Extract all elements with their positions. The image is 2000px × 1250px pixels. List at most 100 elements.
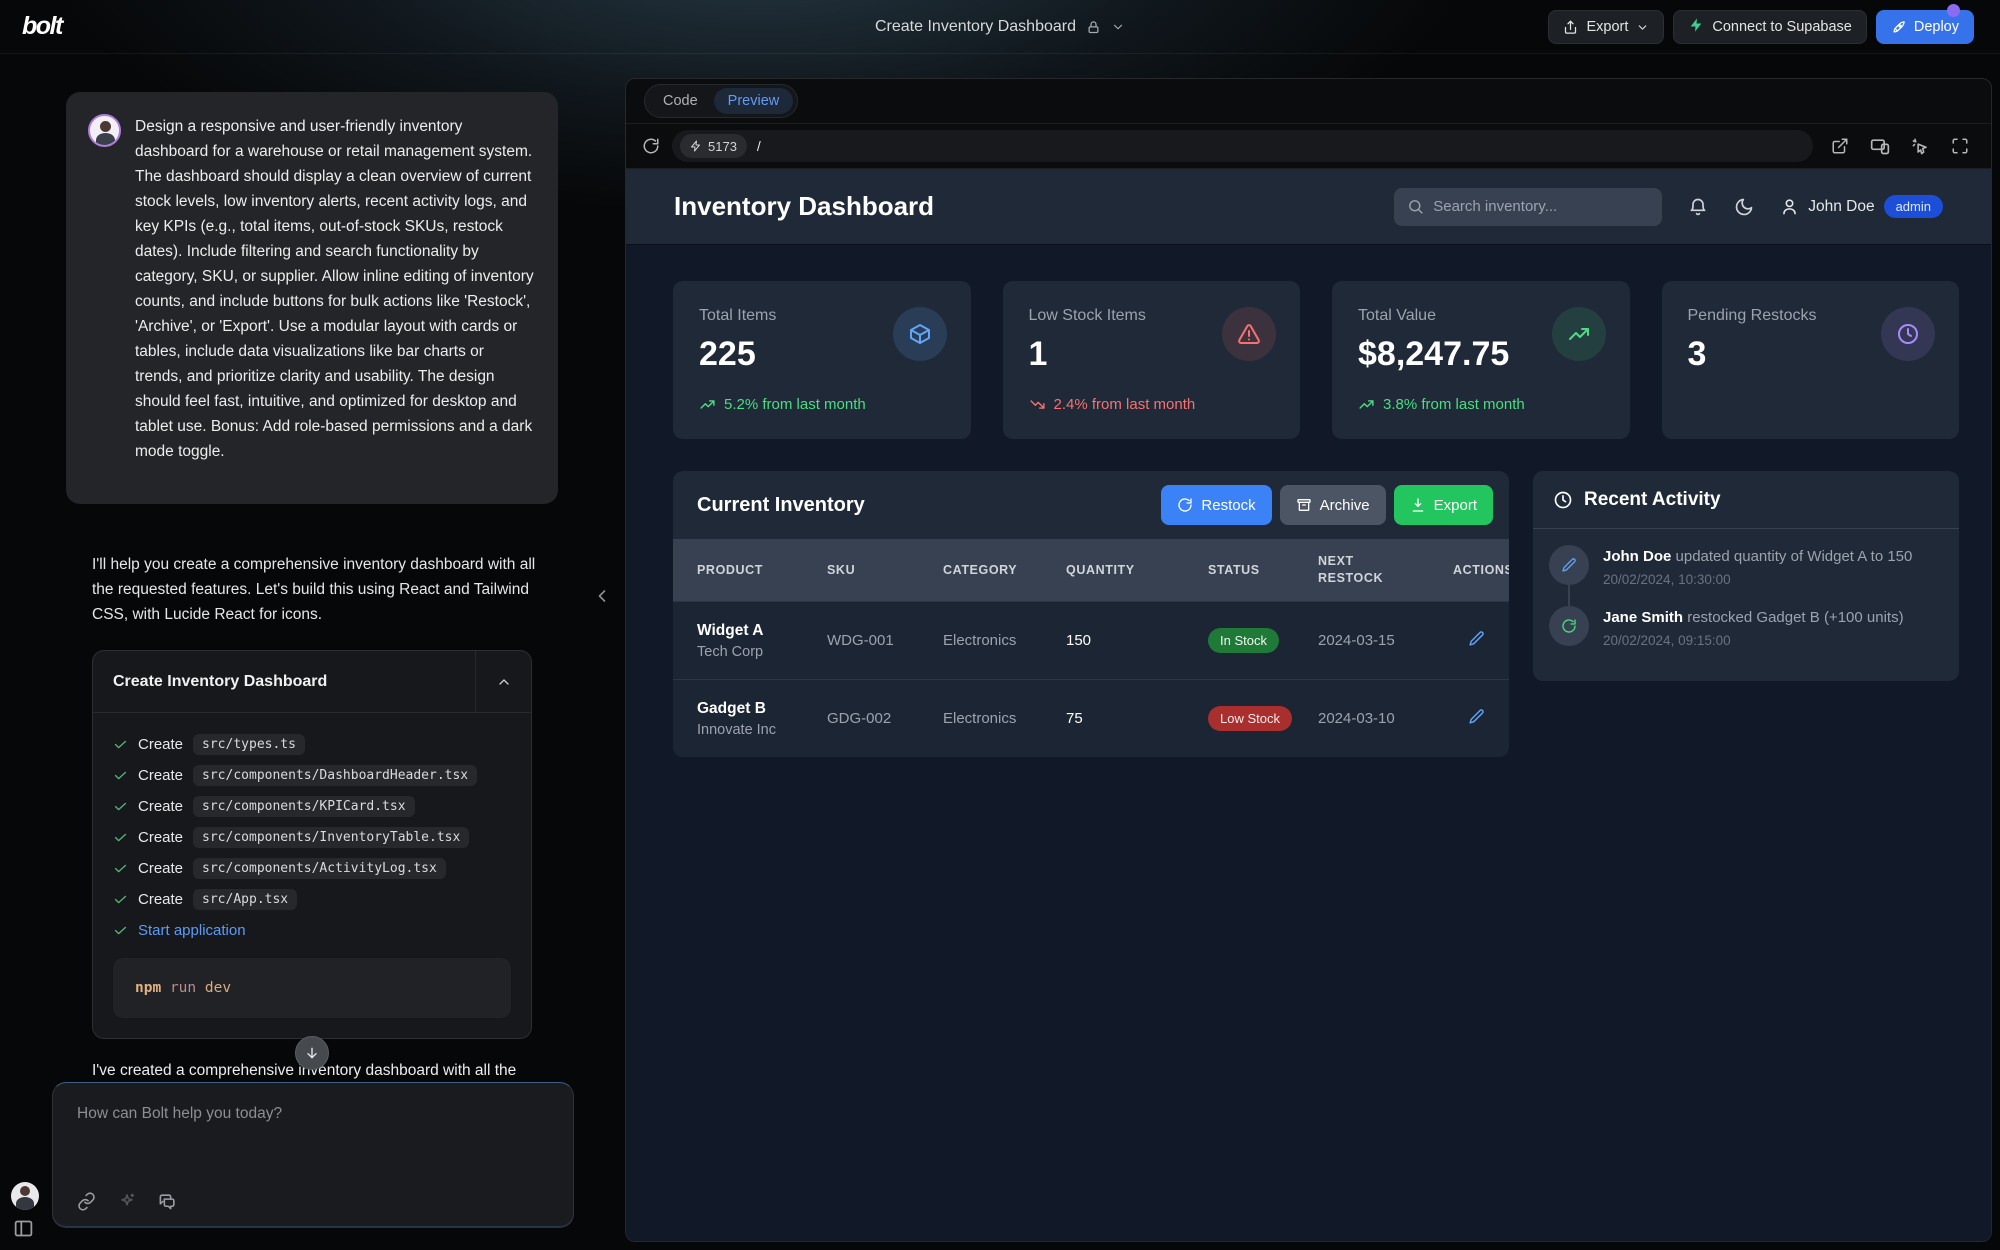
search-input[interactable] xyxy=(1433,198,1649,215)
project-menu-chevron-icon[interactable] xyxy=(1111,20,1125,34)
kpi-pending-restocks: Pending Restocks 3 xyxy=(1662,281,1960,439)
dark-mode-toggle-moon-icon[interactable] xyxy=(1734,197,1754,217)
file-chip[interactable]: src/App.tsx xyxy=(193,889,297,910)
chat-input[interactable] xyxy=(77,1105,549,1165)
clock-icon xyxy=(1553,490,1573,510)
table-row: Widget A Tech Corp WDG-001 Electronics 1… xyxy=(673,601,1509,679)
work-card-title: Create Inventory Dashboard xyxy=(93,651,475,712)
check-icon xyxy=(113,830,128,845)
open-external-icon[interactable] xyxy=(1831,137,1849,155)
trending-down-icon xyxy=(1029,396,1046,413)
edit-pencil-icon[interactable] xyxy=(1468,630,1485,647)
file-row: Create src/components/ActivityLog.tsx xyxy=(113,853,511,884)
view-tabs-row: Code Preview xyxy=(626,79,1991,123)
check-icon xyxy=(113,892,128,907)
sidebar-toggle-icon[interactable] xyxy=(13,1218,34,1239)
user-prompt-text: Design a responsive and user-friendly in… xyxy=(135,114,534,482)
responsive-devices-icon[interactable] xyxy=(1870,136,1890,156)
tab-code[interactable]: Code xyxy=(649,88,712,114)
tab-preview[interactable]: Preview xyxy=(714,88,794,114)
file-chip[interactable]: src/components/KPICard.tsx xyxy=(193,796,415,817)
user-name: John Doe xyxy=(1808,198,1874,216)
file-row: Create src/components/InventoryTable.tsx xyxy=(113,822,511,853)
current-inventory-card: Current Inventory Restock Archive Export xyxy=(673,471,1509,757)
inventory-search[interactable] xyxy=(1394,188,1662,226)
role-badge: admin xyxy=(1884,195,1943,218)
inspect-cursor-icon[interactable] xyxy=(1911,137,1930,156)
file-row: Create src/types.ts xyxy=(113,729,511,760)
app-header: Inventory Dashboard John Doe admin xyxy=(626,169,1991,244)
app-preview: Inventory Dashboard John Doe admin Total… xyxy=(626,169,1991,1241)
user-icon xyxy=(1780,197,1799,216)
deploy-button[interactable]: Deploy xyxy=(1876,10,1974,44)
activity-item: Jane Smith restocked Gadget B (+100 unit… xyxy=(1549,606,1939,648)
supabase-icon xyxy=(1688,17,1704,37)
file-row: Create src/components/DashboardHeader.ts… xyxy=(113,760,511,791)
scroll-to-bottom-button[interactable] xyxy=(295,1036,329,1070)
preview-url-bar: 5173 / xyxy=(626,123,1991,169)
check-icon xyxy=(113,923,128,938)
kpi-low-stock: Low Stock Items 1 2.4% from last month xyxy=(1003,281,1301,439)
fullscreen-icon[interactable] xyxy=(1951,137,1969,155)
file-chip[interactable]: src/components/ActivityLog.tsx xyxy=(193,858,446,879)
user-menu[interactable]: John Doe admin xyxy=(1780,195,1943,218)
refresh-icon xyxy=(1549,606,1589,646)
port-pill[interactable]: 5173 xyxy=(680,134,747,158)
url-field[interactable]: 5173 / xyxy=(672,130,1813,162)
port-zap-icon xyxy=(690,140,702,152)
rocket-icon xyxy=(1891,20,1906,35)
url-path: / xyxy=(757,138,761,154)
assistant-outro-text: I've created a comprehensive inventory d… xyxy=(92,1062,562,1080)
file-row: Create src/App.tsx xyxy=(113,884,511,915)
connect-supabase-button[interactable]: Connect to Supabase xyxy=(1673,10,1866,44)
download-icon xyxy=(1410,497,1426,513)
alert-triangle-icon xyxy=(1222,307,1276,361)
table-row: Gadget B Innovate Inc GDG-002 Electronic… xyxy=(673,679,1509,757)
trending-up-icon xyxy=(1358,396,1375,413)
file-chip[interactable]: src/components/InventoryTable.tsx xyxy=(193,827,469,848)
discuss-mode-icon[interactable] xyxy=(158,1192,177,1211)
archive-button[interactable]: Archive xyxy=(1280,485,1386,525)
restock-button[interactable]: Restock xyxy=(1161,485,1271,525)
export-csv-button[interactable]: Export xyxy=(1394,485,1493,525)
top-bar: bolt Create Inventory Dashboard Export C… xyxy=(0,0,2000,54)
start-application-row: Start application xyxy=(113,915,511,946)
account-avatar[interactable] xyxy=(11,1182,39,1210)
collapse-work-card-button[interactable] xyxy=(475,651,531,712)
start-application-link[interactable]: Start application xyxy=(138,922,246,939)
chevron-down-icon xyxy=(1636,21,1649,34)
file-row: Create src/components/KPICard.tsx xyxy=(113,791,511,822)
lock-icon[interactable] xyxy=(1086,20,1101,35)
check-icon xyxy=(113,737,128,752)
chat-input-box xyxy=(52,1082,574,1228)
trending-up-icon xyxy=(1552,307,1606,361)
status-badge: Low Stock xyxy=(1208,706,1292,731)
attach-link-icon[interactable] xyxy=(77,1192,96,1211)
collapse-chat-handle[interactable] xyxy=(592,586,612,606)
terminal-command: npm run dev xyxy=(113,958,511,1018)
chat-panel: Design a responsive and user-friendly in… xyxy=(0,54,610,1250)
bell-icon[interactable] xyxy=(1688,197,1708,217)
check-icon xyxy=(113,768,128,783)
kpi-total-value: Total Value $8,247.75 3.8% from last mon… xyxy=(1332,281,1630,439)
check-icon xyxy=(113,861,128,876)
assistant-intro-text: I'll help you create a comprehensive inv… xyxy=(92,552,558,627)
user-message: Design a responsive and user-friendly in… xyxy=(66,92,558,504)
check-icon xyxy=(113,799,128,814)
refresh-icon xyxy=(1177,497,1193,513)
trending-up-icon xyxy=(699,396,716,413)
export-button[interactable]: Export xyxy=(1548,10,1664,44)
bolt-logo: bolt xyxy=(22,12,62,41)
reload-icon[interactable] xyxy=(642,137,660,155)
enhance-prompt-sparkles-icon[interactable] xyxy=(118,1192,136,1211)
archive-icon xyxy=(1296,497,1312,513)
activity-timestamp: 20/02/2024, 09:15:00 xyxy=(1603,633,1904,648)
file-chip[interactable]: src/types.ts xyxy=(193,734,305,755)
file-chip[interactable]: src/components/DashboardHeader.tsx xyxy=(193,765,477,786)
edit-pencil-icon[interactable] xyxy=(1468,708,1485,725)
status-badge: In Stock xyxy=(1208,628,1279,653)
recent-activity-card: Recent Activity John Doe updated quantit… xyxy=(1533,471,1959,681)
project-title-group: Create Inventory Dashboard xyxy=(875,0,1125,54)
preview-panel: Code Preview 5173 / Inventory Dashboard xyxy=(625,78,1992,1242)
inventory-title: Current Inventory xyxy=(697,494,865,517)
